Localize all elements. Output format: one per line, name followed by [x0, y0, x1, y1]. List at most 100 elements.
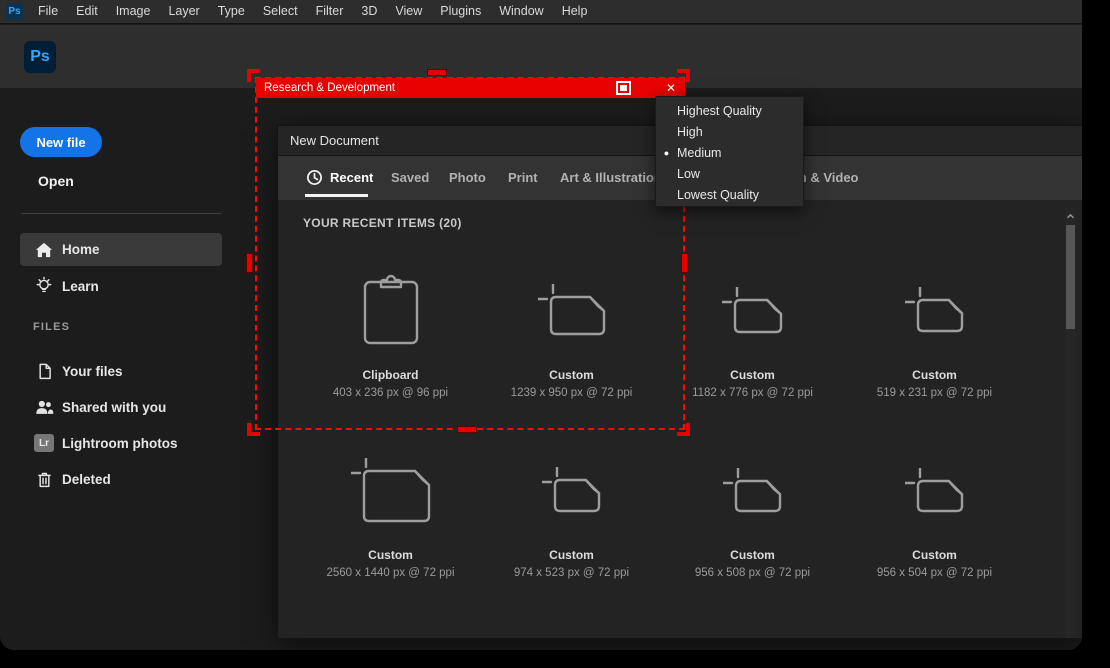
selection-handle-bottom[interactable] [458, 427, 476, 432]
menu-item-edit[interactable]: Edit [67, 0, 107, 23]
menu-item-high[interactable]: High [656, 121, 803, 142]
item-dimensions: 1182 x 776 px @ 72 ppi [662, 387, 843, 399]
item-dimensions: 956 x 508 px @ 72 ppi [662, 567, 843, 579]
sidebar-item-deleted[interactable]: Deleted [20, 464, 222, 494]
item-name: Custom [662, 368, 843, 382]
item-name: Custom [481, 548, 662, 562]
menu-item-filter[interactable]: Filter [307, 0, 353, 23]
item-dimensions: 403 x 236 px @ 96 ppi [300, 387, 481, 399]
sidebar-item-label: Learn [62, 279, 99, 294]
custom-document-icon [844, 440, 1025, 540]
recent-item-custom[interactable]: Custom 956 x 508 px @ 72 ppi [662, 440, 843, 590]
menu-item-lowest-quality[interactable]: Lowest Quality [656, 184, 803, 205]
custom-document-icon [481, 440, 662, 540]
sidebar-item-label: Your files [62, 364, 123, 379]
photoshop-window: Ps File Edit Image Layer Type Select Fil… [0, 0, 1082, 650]
menu-item-low[interactable]: Low [656, 163, 803, 184]
open-button[interactable]: Open [38, 173, 74, 189]
menu-item-image[interactable]: Image [107, 0, 160, 23]
trash-icon [33, 470, 55, 489]
recent-item-clipboard[interactable]: Clipboard 403 x 236 px @ 96 ppi [300, 260, 481, 410]
sidebar-divider [21, 213, 221, 214]
selected-bullet-icon: ● [656, 148, 677, 158]
custom-document-icon [662, 440, 843, 540]
capture-window-title: Research & Development [256, 82, 616, 94]
sidebar-item-label: Home [62, 242, 100, 257]
ps-logo: Ps [24, 41, 56, 73]
active-tab-underline [305, 194, 368, 197]
menu-item-help[interactable]: Help [553, 0, 597, 23]
item-dimensions: 956 x 504 px @ 72 ppi [844, 567, 1025, 579]
item-name: Custom [844, 368, 1025, 382]
hamburger-menu-icon[interactable] [641, 82, 654, 94]
recent-item-custom[interactable]: Custom 1239 x 950 px @ 72 ppi [481, 260, 662, 410]
menu-item-highest-quality[interactable]: Highest Quality [656, 100, 803, 121]
menu-bar: Ps File Edit Image Layer Type Select Fil… [0, 0, 1082, 24]
recent-items-header: YOUR RECENT ITEMS (20) [303, 216, 462, 230]
home-icon [33, 240, 55, 260]
selection-handle-left[interactable] [247, 254, 252, 272]
item-name: Custom [481, 368, 662, 382]
tab-photo[interactable]: Photo [449, 156, 486, 200]
sidebar-item-your-files[interactable]: Your files [20, 356, 222, 386]
custom-document-icon [300, 440, 481, 540]
menu-item-3d[interactable]: 3D [352, 0, 386, 23]
capture-window-titlebar[interactable]: Research & Development ✕ [256, 78, 685, 98]
sidebar-item-label: Lightroom photos [62, 436, 177, 451]
custom-document-icon [662, 260, 843, 360]
record-region-icon[interactable] [616, 81, 631, 95]
sidebar-item-label: Deleted [62, 472, 111, 487]
item-name: Custom [300, 548, 481, 562]
clipboard-icon [300, 260, 481, 360]
selection-handle-top-right[interactable] [677, 69, 690, 82]
item-name: Custom [844, 548, 1025, 562]
scroll-up-arrow-icon[interactable] [1065, 210, 1076, 222]
quality-dropdown-menu: Highest Quality High ● Medium Low Lowest… [655, 96, 804, 207]
custom-document-icon [844, 260, 1025, 360]
sidebar-item-label: Shared with you [62, 400, 166, 415]
files-section-header: FILES [33, 321, 70, 333]
item-name: Custom [662, 548, 843, 562]
recent-item-custom[interactable]: Custom 1182 x 776 px @ 72 ppi [662, 260, 843, 410]
lightroom-icon: Lr [33, 434, 55, 452]
menu-item-select[interactable]: Select [254, 0, 307, 23]
clock-icon [306, 169, 323, 191]
recent-item-custom[interactable]: Custom 2560 x 1440 px @ 72 ppi [300, 440, 481, 590]
recent-item-custom[interactable]: Custom 519 x 231 px @ 72 ppi [844, 260, 1025, 410]
item-name: Clipboard [300, 368, 481, 382]
selection-handle-bottom-left[interactable] [247, 423, 260, 436]
menu-item-view[interactable]: View [386, 0, 431, 23]
menu-item-file[interactable]: File [29, 0, 67, 23]
menu-item-type[interactable]: Type [209, 0, 254, 23]
menu-item-medium[interactable]: ● Medium [656, 142, 803, 163]
menu-item-layer[interactable]: Layer [159, 0, 208, 23]
sidebar-item-home[interactable]: Home [20, 233, 222, 266]
selection-handle-bottom-right[interactable] [677, 423, 690, 436]
document-icon [33, 362, 55, 381]
ps-app-icon: Ps [6, 3, 23, 20]
lightbulb-icon [33, 276, 55, 296]
sidebar-item-lightroom-photos[interactable]: Lr Lightroom photos [20, 428, 222, 458]
tab-art-illustration[interactable]: Art & Illustration [560, 156, 662, 200]
scrollbar-thumb[interactable] [1066, 225, 1075, 329]
new-file-button[interactable]: New file [20, 127, 102, 157]
dialog-scrollbar[interactable] [1065, 208, 1076, 638]
tab-saved[interactable]: Saved [391, 156, 429, 200]
close-icon[interactable]: ✕ [666, 81, 676, 95]
tab-print[interactable]: Print [508, 156, 538, 200]
recent-item-custom[interactable]: Custom 974 x 523 px @ 72 ppi [481, 440, 662, 590]
custom-document-icon [481, 260, 662, 360]
selection-handle-top[interactable] [428, 70, 446, 75]
selection-handle-top-left[interactable] [247, 69, 260, 82]
item-dimensions: 2560 x 1440 px @ 72 ppi [300, 567, 481, 579]
item-dimensions: 1239 x 950 px @ 72 ppi [481, 387, 662, 399]
people-icon [33, 397, 55, 417]
item-dimensions: 519 x 231 px @ 72 ppi [844, 387, 1025, 399]
menu-item-plugins[interactable]: Plugins [431, 0, 490, 23]
menu-item-window[interactable]: Window [490, 0, 552, 23]
recent-item-custom[interactable]: Custom 956 x 504 px @ 72 ppi [844, 440, 1025, 590]
item-dimensions: 974 x 523 px @ 72 ppi [481, 567, 662, 579]
selection-handle-right[interactable] [682, 254, 687, 272]
sidebar-item-learn[interactable]: Learn [20, 271, 222, 301]
sidebar-item-shared-with-you[interactable]: Shared with you [20, 392, 222, 422]
